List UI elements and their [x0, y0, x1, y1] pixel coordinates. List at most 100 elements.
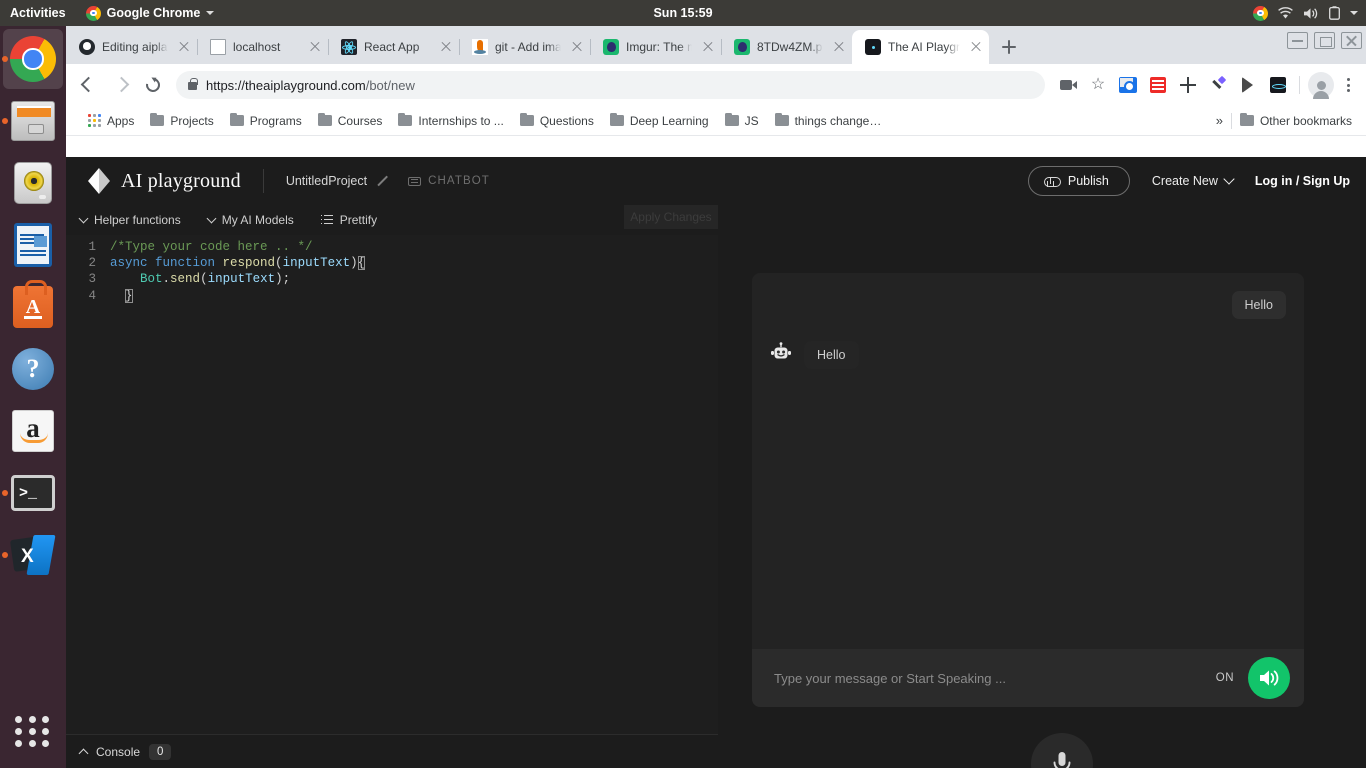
tab-localhost[interactable]: localhost — [197, 30, 329, 64]
eyedropper-icon[interactable] — [1205, 72, 1231, 98]
close-icon[interactable] — [830, 38, 848, 56]
reload-button[interactable] — [138, 70, 168, 100]
dock-item-rhythmbox[interactable] — [0, 152, 66, 214]
dock-item-files[interactable] — [0, 90, 66, 152]
back-button[interactable] — [74, 70, 104, 100]
brand[interactable]: AI playground — [88, 168, 241, 194]
tab-title: Editing aiplay — [102, 40, 168, 54]
my-ai-models-dropdown[interactable]: My AI Models — [206, 213, 294, 227]
tab-title: React App — [364, 40, 420, 54]
chrome-menu-icon[interactable] — [1336, 72, 1360, 98]
close-icon[interactable] — [306, 38, 324, 56]
bookmark-things-change[interactable]: things change… — [767, 111, 890, 131]
bookmark-js[interactable]: JS — [717, 111, 767, 131]
other-bookmarks-button[interactable]: Other bookmarks — [1232, 111, 1360, 131]
address-bar[interactable]: https://theaiplayground.com/bot/new — [176, 71, 1045, 99]
close-icon[interactable] — [967, 38, 985, 56]
tab-git-add-image[interactable]: git - Add imag — [459, 30, 591, 64]
chat-input[interactable]: Type your message or Start Speaking ... — [774, 671, 1202, 686]
tray-chrome-icon[interactable] — [1253, 5, 1268, 21]
console-label: Console — [96, 744, 141, 759]
app-header: AI playground UntitledProject CHATBOT Pu… — [66, 157, 1366, 205]
extension-red-icon[interactable] — [1145, 72, 1171, 98]
tab-react-app[interactable]: React App — [328, 30, 460, 64]
format-lines-icon — [320, 215, 333, 225]
forward-button[interactable] — [106, 70, 136, 100]
volume-icon[interactable] — [1303, 7, 1319, 20]
new-tab-button[interactable] — [995, 33, 1023, 61]
help-icon: ? — [12, 348, 54, 390]
app-menu-chrome[interactable]: Google Chrome — [78, 5, 223, 21]
other-bookmarks-label: Other bookmarks — [1259, 113, 1352, 128]
speaker-icon — [1260, 670, 1279, 686]
prettify-button[interactable]: Prettify — [320, 213, 377, 227]
microphone-button[interactable] — [1031, 733, 1093, 768]
minimize-button[interactable] — [1287, 32, 1308, 49]
battery-icon[interactable] — [1329, 6, 1340, 20]
dock-item-terminal[interactable]: >_ — [0, 462, 66, 524]
line-number: 1 — [88, 240, 96, 254]
message-bubble: Hello — [1231, 291, 1286, 319]
dock-item-ubuntu-software[interactable]: A — [0, 276, 66, 338]
close-window-button[interactable] — [1341, 32, 1362, 49]
chevron-down-icon — [206, 11, 215, 15]
dock-item-libreoffice-writer[interactable] — [0, 214, 66, 276]
bookmark-internships[interactable]: Internships to ... — [390, 111, 511, 131]
bookmark-deep-learning[interactable]: Deep Learning — [602, 111, 717, 131]
apply-changes-button[interactable]: Apply Changes — [624, 205, 718, 229]
bookmark-label: things change… — [794, 113, 882, 128]
dark-reader-icon[interactable] — [1235, 72, 1261, 98]
show-applications-button[interactable] — [0, 700, 66, 762]
dock-item-amazon[interactable]: a — [0, 400, 66, 462]
tab-image-png[interactable]: 8TDw4ZM.png — [721, 30, 853, 64]
profile-avatar[interactable] — [1308, 72, 1334, 99]
code-text: } — [125, 288, 133, 303]
bookmark-courses[interactable]: Courses — [310, 111, 391, 131]
system-tray[interactable] — [1253, 5, 1358, 21]
chat-message-list: Hello Hello — [752, 273, 1304, 649]
close-icon[interactable] — [175, 38, 193, 56]
chevron-down-icon — [1223, 173, 1235, 185]
bookmark-questions[interactable]: Questions — [512, 111, 602, 131]
login-signup-button[interactable]: Log in / Sign Up — [1255, 174, 1350, 188]
bookmark-programs[interactable]: Programs — [222, 111, 310, 131]
system-menu-chevron-icon[interactable] — [1350, 11, 1358, 15]
video-camera-icon[interactable] — [1055, 72, 1081, 98]
tab-imgur[interactable]: Imgur: The ma — [590, 30, 722, 64]
screencast-extension-icon[interactable] — [1115, 72, 1141, 98]
tab-editing-aiplayground[interactable]: Editing aiplay — [66, 30, 198, 64]
chat-message-user: Hello — [770, 291, 1286, 319]
react-devtools-icon[interactable] — [1265, 72, 1291, 98]
helper-functions-dropdown[interactable]: Helper functions — [78, 213, 181, 227]
dock-item-google-chrome[interactable] — [0, 28, 66, 90]
git-favicon — [472, 39, 488, 55]
github-favicon — [79, 39, 95, 55]
maximize-button[interactable] — [1314, 32, 1335, 49]
folder-icon — [1239, 112, 1254, 126]
create-new-dropdown[interactable]: Create New — [1152, 173, 1235, 188]
bookmark-projects[interactable]: Projects — [142, 111, 221, 131]
bot-avatar-icon — [770, 342, 792, 364]
dock-item-help[interactable]: ? — [0, 338, 66, 400]
console-bar[interactable]: Console 0 — [66, 734, 718, 768]
star-icon[interactable]: ☆ — [1085, 72, 1111, 98]
close-icon[interactable] — [437, 38, 455, 56]
close-icon[interactable] — [568, 38, 586, 56]
folder-icon — [229, 112, 244, 126]
dock-item-vscode[interactable]: X — [0, 524, 66, 586]
project-name[interactable]: UntitledProject — [286, 174, 367, 188]
editor-toolbar: Helper functions My AI Models Prettify A… — [66, 205, 718, 235]
close-icon[interactable] — [699, 38, 717, 56]
publish-button[interactable]: Publish — [1027, 166, 1130, 196]
code-editor[interactable]: 1 /*Type your code here .. */ 2 async fu… — [66, 235, 718, 734]
activities-button[interactable]: Activities — [0, 6, 78, 20]
browser-toolbar: https://theaiplayground.com/bot/new ☆ — [66, 64, 1366, 106]
move-tool-icon[interactable] — [1175, 72, 1201, 98]
wifi-icon[interactable] — [1278, 6, 1293, 20]
speaker-toggle-button[interactable] — [1248, 657, 1290, 699]
bookmark-apps[interactable]: Apps — [80, 111, 142, 131]
chrome-window: Editing aiplay localhost React App git -… — [66, 26, 1366, 768]
tab-the-ai-playground[interactable]: The AI Playgro — [852, 30, 989, 64]
bookmarks-overflow-button[interactable]: » — [1208, 113, 1231, 128]
edit-pencil-icon[interactable] — [376, 175, 388, 187]
